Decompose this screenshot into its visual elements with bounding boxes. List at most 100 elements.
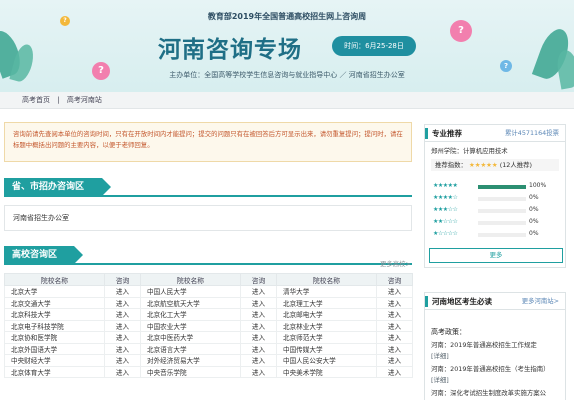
header-accent-bar bbox=[425, 128, 428, 139]
column-header: 院校名称 bbox=[140, 273, 241, 286]
consult-enter-link[interactable]: 进入 bbox=[240, 365, 277, 378]
policy-detail-link[interactable]: [详细] bbox=[431, 351, 449, 360]
rating-percent: 0% bbox=[529, 218, 539, 225]
consult-enter-link[interactable]: 进入 bbox=[376, 319, 413, 332]
consult-enter-link[interactable]: 进入 bbox=[104, 342, 141, 355]
consult-enter-link[interactable]: 进入 bbox=[376, 365, 413, 378]
consult-enter-link[interactable]: 进入 bbox=[376, 342, 413, 355]
college-name[interactable]: 北京邮电大学 bbox=[276, 308, 377, 321]
consult-enter-link[interactable]: 进入 bbox=[240, 342, 277, 355]
table-row: 北京大学 进入 中国人民大学 进入 清华大学 进入 bbox=[4, 285, 413, 298]
table-row: 北京科技大学 进入 北京化工大学 进入 北京邮电大学 进入 bbox=[4, 308, 413, 321]
college-name[interactable]: 北京体育大学 bbox=[4, 365, 105, 378]
college-name[interactable]: 对外经济贸易大学 bbox=[140, 354, 241, 367]
consult-enter-link[interactable]: 进入 bbox=[104, 365, 141, 378]
score-label: 推荐指数： bbox=[435, 161, 467, 169]
college-name[interactable]: 北京理工大学 bbox=[276, 296, 377, 309]
college-name[interactable]: 北京交通大学 bbox=[4, 296, 105, 309]
provincial-office-link[interactable]: 河南省招生办公室 bbox=[4, 205, 412, 231]
policy-link[interactable]: 河南：深化考试招生制度改革实施方案公 bbox=[431, 388, 546, 397]
banner-subtitle: 教育部2019年全国普通高校招生网上咨询周 bbox=[207, 12, 367, 21]
notice-box: 咨询前请先查阅本单位的咨询时间，只有在开放时间内才能提问；提交的问题只有在被回答… bbox=[4, 122, 412, 162]
must-read-panel-title: 河南地区考生必读 bbox=[432, 297, 492, 306]
policy-link[interactable]: 河南：2019年普通高校招生（考生指南） bbox=[431, 364, 550, 373]
question-bubble-icon: ? bbox=[450, 20, 472, 42]
college-name[interactable]: 北京林业大学 bbox=[276, 319, 377, 332]
consult-enter-link[interactable]: 进入 bbox=[376, 354, 413, 367]
breadcrumb-current-link[interactable]: 高考河南站 bbox=[67, 96, 102, 104]
rating-bar-fill bbox=[478, 185, 526, 189]
college-name[interactable]: 北京科技大学 bbox=[4, 308, 105, 321]
column-header: 院校名称 bbox=[4, 273, 105, 286]
college-name[interactable]: 北京语言大学 bbox=[140, 342, 241, 355]
consult-enter-link[interactable]: 进入 bbox=[104, 331, 141, 344]
college-name[interactable]: 中央美术学院 bbox=[276, 365, 377, 378]
consult-enter-link[interactable]: 进入 bbox=[240, 331, 277, 344]
college-name[interactable]: 北京协和医学院 bbox=[4, 331, 105, 344]
page-title: 河南咨询专场 bbox=[158, 37, 302, 63]
rating-row: ★☆☆☆☆ 0% bbox=[433, 230, 563, 240]
policy-detail-link[interactable]: [详细] bbox=[431, 375, 449, 384]
consult-enter-link[interactable]: 进入 bbox=[104, 285, 141, 298]
breadcrumb-home-link[interactable]: 高考首页 bbox=[22, 96, 50, 104]
college-name[interactable]: 北京航空航天大学 bbox=[140, 296, 241, 309]
college-name[interactable]: 中国人民大学 bbox=[140, 285, 241, 298]
college-name[interactable]: 北京外国语大学 bbox=[4, 342, 105, 355]
header-accent-bar bbox=[425, 296, 428, 307]
more-henan-link[interactable]: 更多河南站> bbox=[522, 293, 559, 310]
column-header: 咨询 bbox=[376, 273, 413, 286]
college-name[interactable]: 中国人民公安大学 bbox=[276, 354, 377, 367]
consult-enter-link[interactable]: 进入 bbox=[376, 285, 413, 298]
section-divider bbox=[4, 263, 412, 265]
score-stars-icon: ★★★★★ bbox=[469, 161, 498, 169]
consult-enter-link[interactable]: 进入 bbox=[240, 308, 277, 321]
table-row: 北京体育大学 进入 中央音乐学院 进入 中央美术学院 进入 bbox=[4, 365, 413, 378]
consult-enter-link[interactable]: 进入 bbox=[104, 319, 141, 332]
rating-row: ★★★☆☆ 0% bbox=[433, 206, 563, 216]
college-name[interactable]: 中央财经大学 bbox=[4, 354, 105, 367]
college-name[interactable]: 中国传媒大学 bbox=[276, 342, 377, 355]
more-colleges-link[interactable]: 更多高校> bbox=[380, 259, 411, 268]
column-header: 咨询 bbox=[240, 273, 277, 286]
rating-stars-icon: ★★★★☆ bbox=[433, 194, 458, 201]
specialty-name[interactable]: 郑州学院：计算机应用技术 bbox=[425, 142, 565, 155]
rating-row: ★★★★★ 100% bbox=[433, 182, 563, 192]
consult-enter-link[interactable]: 进入 bbox=[240, 354, 277, 367]
section-divider bbox=[4, 195, 412, 197]
policy-link[interactable]: 河南：2019年普通高校招生工作规定 bbox=[431, 340, 537, 349]
rating-bar-track bbox=[478, 185, 526, 189]
colleges-table: 院校名称 咨询 院校名称 咨询 院校名称 咨询 北京大学 进入 中国人民大学 进入 清华… bbox=[4, 273, 413, 378]
colleges-section-heading: 高校咨询区 bbox=[4, 246, 83, 264]
college-name[interactable]: 北京电子科技学院 bbox=[4, 319, 105, 332]
consult-enter-link[interactable]: 进入 bbox=[104, 354, 141, 367]
college-name[interactable]: 中国农业大学 bbox=[140, 319, 241, 332]
college-name[interactable]: 北京大学 bbox=[4, 285, 105, 298]
consult-enter-link[interactable]: 进入 bbox=[240, 319, 277, 332]
consult-enter-link[interactable]: 进入 bbox=[376, 296, 413, 309]
rating-stars-icon: ★★★☆☆ bbox=[433, 206, 458, 213]
rating-stars-icon: ★★☆☆☆ bbox=[433, 218, 458, 225]
specialty-panel: 专业推荐 累计4571164投票 郑州学院：计算机应用技术 推荐指数： ★★★★… bbox=[424, 124, 566, 268]
consult-enter-link[interactable]: 进入 bbox=[376, 308, 413, 321]
college-name[interactable]: 北京中医药大学 bbox=[140, 331, 241, 344]
college-name[interactable]: 中央音乐学院 bbox=[140, 365, 241, 378]
specialty-more-button[interactable]: 更多 bbox=[429, 248, 563, 263]
rating-stars-icon: ★★★★★ bbox=[433, 182, 458, 189]
college-name[interactable]: 清华大学 bbox=[276, 285, 377, 298]
table-row: 北京外国语大学 进入 北京语言大学 进入 中国传媒大学 进入 bbox=[4, 342, 413, 355]
score-count: (12人推荐) bbox=[499, 161, 532, 169]
consult-enter-link[interactable]: 进入 bbox=[104, 296, 141, 309]
consult-enter-link[interactable]: 进入 bbox=[240, 285, 277, 298]
college-name[interactable]: 北京师范大学 bbox=[276, 331, 377, 344]
specialty-panel-title: 专业推荐 bbox=[432, 129, 462, 138]
provincial-section-heading: 省、市招办咨询区 bbox=[4, 178, 111, 196]
consult-enter-link[interactable]: 进入 bbox=[376, 331, 413, 344]
consult-enter-link[interactable]: 进入 bbox=[240, 296, 277, 309]
rating-bar-track bbox=[478, 209, 526, 213]
rating-percent: 0% bbox=[529, 230, 539, 237]
banner: ? ? ? ? 教育部2019年全国普通高校招生网上咨询周 河南咨询专场 时间：… bbox=[0, 0, 574, 92]
college-name[interactable]: 北京化工大学 bbox=[140, 308, 241, 321]
specialty-panel-header: 专业推荐 累计4571164投票 bbox=[425, 125, 565, 142]
consult-enter-link[interactable]: 进入 bbox=[104, 308, 141, 321]
rating-percent: 100% bbox=[529, 182, 547, 189]
